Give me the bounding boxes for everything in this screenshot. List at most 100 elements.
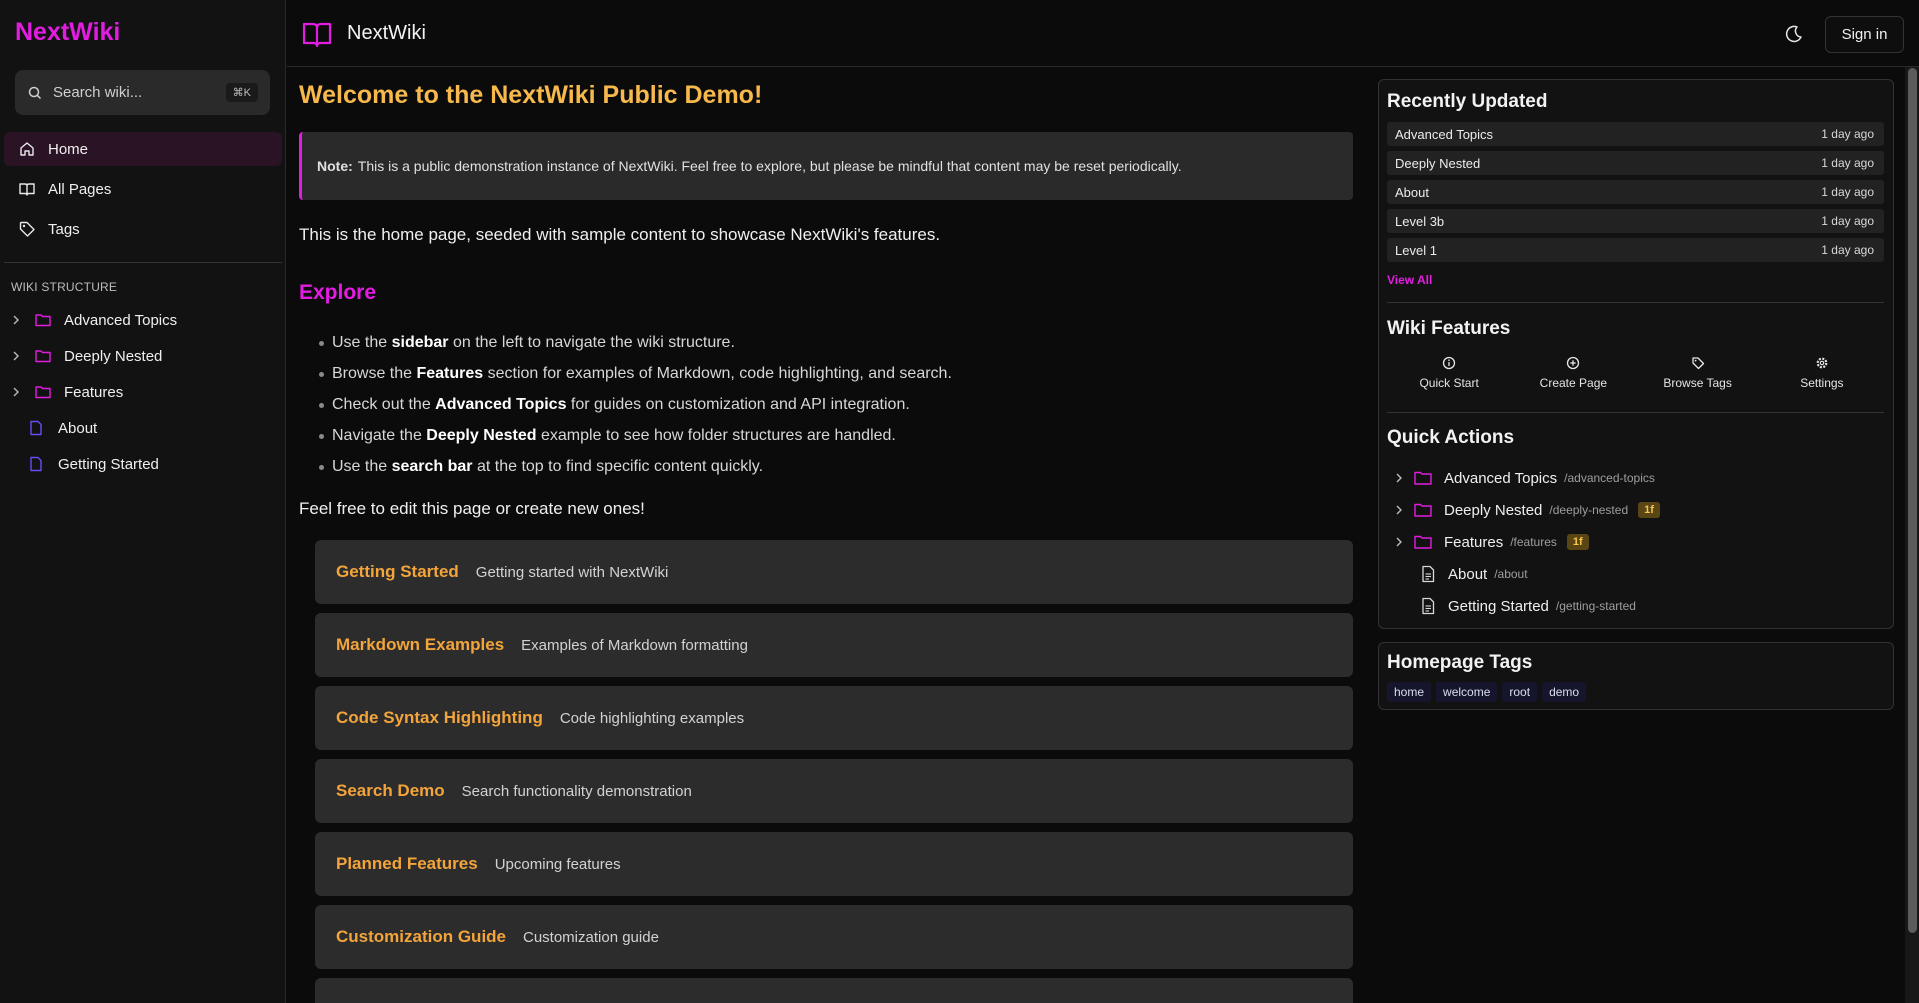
right-panel: Recently Updated Advanced Topics 1 day ag… [1378, 79, 1894, 629]
page-title: Welcome to the NextWiki Public Demo! [299, 81, 763, 109]
search-input[interactable]: Search wiki... ⌘K [15, 70, 270, 115]
tree-item-getting-started[interactable]: Getting Started [4, 446, 282, 482]
tree-item-deeply-nested[interactable]: Deeply Nested [4, 338, 282, 374]
folder-icon [35, 350, 51, 363]
sidebar-nav: Home All Pages Tags [4, 132, 282, 252]
quick-action-features[interactable]: Features /features 1f [1391, 526, 1881, 558]
sidebar-item-all-pages[interactable]: All Pages [4, 172, 282, 206]
list-item: Navigate the Deeply Nested example to se… [319, 420, 952, 451]
view-all-link[interactable]: View All [1387, 273, 1432, 287]
wiki-tree: Advanced Topics Deeply Nested Features A… [4, 302, 282, 482]
card-title[interactable]: Markdown Examples [336, 635, 504, 655]
recent-item[interactable]: Advanced Topics 1 day ago [1387, 122, 1884, 146]
page-card-planned-features[interactable]: Planned Features Upcoming features [315, 832, 1353, 896]
feature-quick-start[interactable]: Quick Start [1387, 356, 1511, 390]
tree-item-label: Features [64, 383, 124, 401]
quick-action-about[interactable]: About /about [1391, 558, 1881, 590]
card-title[interactable]: Customization Guide [336, 927, 506, 947]
page-card-search-demo[interactable]: Search Demo Search functionality demonstr… [315, 759, 1353, 823]
count-badge: 1f [1638, 502, 1660, 518]
page-card-partial[interactable] [315, 978, 1353, 1003]
sidebar-item-label: All Pages [48, 180, 112, 198]
card-title[interactable]: Getting Started [336, 562, 459, 582]
recent-item[interactable]: Deeply Nested 1 day ago [1387, 151, 1884, 175]
folder-icon [35, 386, 51, 399]
quick-actions-list: Advanced Topics /advanced-topics Deeply … [1391, 462, 1881, 622]
note-label: Note: [317, 158, 353, 174]
card-description: Code highlighting examples [559, 709, 745, 727]
sidebar-item-home[interactable]: Home [4, 132, 282, 166]
card-description: Upcoming features [494, 855, 621, 873]
card-description: Customization guide [523, 928, 659, 946]
info-circle-icon [1442, 356, 1456, 370]
homepage-tags-heading: Homepage Tags [1387, 652, 1533, 673]
card-title[interactable]: Search Demo [336, 781, 445, 801]
scrollbar-thumb[interactable] [1908, 68, 1917, 933]
tag-chip[interactable]: home [1387, 682, 1432, 702]
page-card-code-syntax-highlighting[interactable]: Code Syntax Highlighting Code highlightin… [315, 686, 1353, 750]
panel-divider [1387, 412, 1884, 413]
chevron-right-icon[interactable] [1391, 502, 1407, 518]
header-title[interactable]: NextWiki [347, 22, 426, 45]
tree-item-features[interactable]: Features [4, 374, 282, 410]
tree-item-label: Getting Started [58, 455, 159, 473]
quick-action-getting-started[interactable]: Getting Started /getting-started [1391, 590, 1881, 622]
chevron-right-icon[interactable] [8, 384, 24, 400]
list-item: Use the search bar at the top to find sp… [319, 451, 952, 482]
tree-item-advanced-topics[interactable]: Advanced Topics [4, 302, 282, 338]
recent-item[interactable]: About 1 day ago [1387, 180, 1884, 204]
wiki-features-grid: Quick Start Create Page Browse Tags Sett… [1387, 356, 1884, 390]
chevron-right-icon[interactable] [1391, 470, 1407, 486]
card-description: Search functionality demonstration [461, 782, 692, 800]
page-card-customization-guide[interactable]: Customization Guide Customization guide [315, 905, 1353, 969]
quick-action-advanced-topics[interactable]: Advanced Topics /advanced-topics [1391, 462, 1881, 494]
tag-list: home welcome root demo [1387, 682, 1591, 702]
folder-icon [1414, 503, 1432, 517]
wiki-structure-heading: WIKI STRUCTURE [11, 280, 118, 294]
tag-icon [19, 221, 35, 237]
card-title[interactable]: Code Syntax Highlighting [336, 708, 543, 728]
tag-chip[interactable]: welcome [1436, 682, 1498, 702]
chevron-right-icon[interactable] [1391, 534, 1407, 550]
chevron-right-icon[interactable] [8, 348, 24, 364]
intro-text: This is the home page, seeded with sampl… [299, 225, 941, 244]
tag-chip[interactable]: demo [1542, 682, 1587, 702]
explore-heading: Explore [299, 281, 377, 304]
note-text: This is a public demonstration instance … [357, 158, 1182, 174]
document-icon [30, 420, 42, 436]
document-icon [30, 456, 42, 472]
outro-text: Feel free to edit this page or create ne… [299, 499, 645, 518]
page-card-getting-started[interactable]: Getting Started Getting started with Next… [315, 540, 1353, 604]
open-book-icon[interactable] [302, 20, 332, 48]
note-callout: Note: This is a public demonstration ins… [299, 132, 1353, 200]
tree-item-about[interactable]: About [4, 410, 282, 446]
feature-settings[interactable]: Settings [1760, 356, 1884, 390]
card-title[interactable]: Planned Features [336, 854, 478, 874]
homepage-tags-panel: Homepage Tags home welcome root demo [1378, 642, 1894, 710]
sign-in-button[interactable]: Sign in [1825, 16, 1904, 53]
tag-chip[interactable]: root [1502, 682, 1538, 702]
sidebar-item-tags[interactable]: Tags [4, 212, 282, 246]
chevron-right-icon[interactable] [8, 312, 24, 328]
page-card-markdown-examples[interactable]: Markdown Examples Examples of Markdown fo… [315, 613, 1353, 677]
sidebar-item-label: Tags [48, 220, 80, 238]
main-content: Welcome to the NextWiki Public Demo! Not… [287, 67, 1355, 1003]
panel-divider [1387, 302, 1884, 303]
list-item: Browse the Features section for examples… [319, 358, 952, 389]
sidebar: NextWiki Search wiki... ⌘K Home All Page… [0, 0, 286, 1003]
gear-icon [1816, 357, 1828, 369]
feature-browse-tags[interactable]: Browse Tags [1636, 356, 1760, 390]
quick-action-deeply-nested[interactable]: Deeply Nested /deeply-nested 1f [1391, 494, 1881, 526]
document-icon [1422, 565, 1435, 583]
brand-logo[interactable]: NextWiki [15, 18, 120, 47]
sidebar-item-label: Home [48, 140, 89, 158]
folder-icon [1414, 535, 1432, 549]
feature-create-page[interactable]: Create Page [1511, 356, 1635, 390]
moon-icon[interactable] [1784, 24, 1804, 44]
sidebar-divider [4, 262, 282, 263]
list-item: Check out the Advanced Topics for guides… [319, 389, 952, 420]
recent-item[interactable]: Level 3b 1 day ago [1387, 209, 1884, 233]
recent-item[interactable]: Level 11 day ago [1387, 238, 1884, 262]
card-description: Examples of Markdown formatting [521, 636, 748, 654]
wiki-features-heading: Wiki Features [1387, 318, 1511, 339]
